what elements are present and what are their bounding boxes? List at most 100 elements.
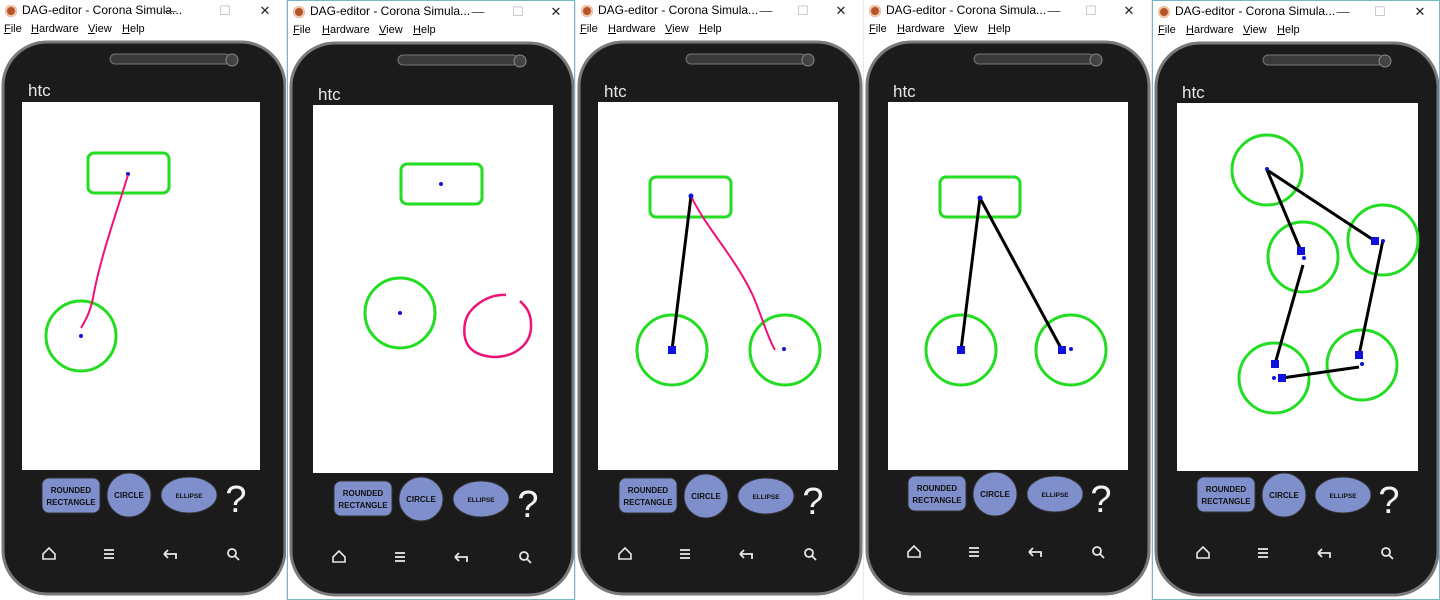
close-button[interactable]: ✕ [826,0,856,22]
title-bar[interactable]: DAG-editor - Corona Simula... — ☐ ✕ [0,0,286,22]
menu-view[interactable]: View [954,23,978,35]
edge-endpoint [668,346,676,354]
menu-help[interactable]: Help [699,23,722,35]
brand-logo: htc [1182,83,1205,102]
speaker-grille [685,53,807,65]
menu-hardware[interactable]: Hardware [1186,24,1234,36]
brand-logo: htc [318,85,341,104]
ellipse-tool-label: ELLIPSE [1041,492,1069,499]
menu-hardware[interactable]: Hardware [897,23,945,35]
minimize-button[interactable]: — [1328,1,1358,23]
anchor-point [1272,376,1276,380]
anchor-point [1381,239,1385,243]
brand-logo: htc [604,82,627,101]
menu-hardware[interactable]: Hardware [322,24,370,36]
simulator-window-2: DAG-editor - Corona Simula... — ☐ ✕ File… [287,0,575,600]
close-button[interactable]: ✕ [1405,1,1435,23]
edge-endpoint [1278,374,1286,382]
maximize-button[interactable]: ☐ [1365,1,1395,23]
close-button[interactable]: ✕ [1114,0,1144,22]
rounded-rectangle-tool-button[interactable] [333,480,393,517]
menu-bar: File Hardware View Help [0,22,286,38]
canvas[interactable] [598,102,838,470]
minimize-button[interactable]: — [463,1,493,23]
menu-file[interactable]: File [4,23,22,35]
menu-view[interactable]: View [88,23,112,35]
menu-help[interactable]: Help [1277,24,1300,36]
menu-bar: File Hardware View Help [1153,23,1439,39]
menu-file[interactable]: File [580,23,598,35]
canvas[interactable] [313,105,553,473]
maximize-button[interactable]: ☐ [788,0,818,22]
corona-app-icon [869,5,881,17]
rounded-rectangle-tool-label: ROUNDED [51,486,92,495]
menu-help[interactable]: Help [413,24,436,36]
help-button[interactable]: ? [225,479,246,521]
ellipse-tool-label: ELLIPSE [1329,493,1357,500]
edge-endpoint [1271,360,1279,368]
rounded-rectangle-tool-button[interactable] [618,477,678,514]
corona-app-icon [293,6,305,18]
rounded-rectangle-tool-label: ROUNDED [628,486,669,495]
menu-file[interactable]: File [1158,24,1176,36]
rounded-rectangle-tool-button[interactable] [41,477,101,514]
menu-hardware[interactable]: Hardware [31,23,79,35]
anchor-point [1265,167,1269,171]
corona-app-icon [1158,6,1170,18]
camera-icon [1378,54,1392,68]
title-bar[interactable]: DAG-editor - Corona Simula... — ☐ ✕ [1153,1,1439,23]
menu-view[interactable]: View [379,24,403,36]
menu-view[interactable]: View [1243,24,1267,36]
anchor-point [688,193,694,199]
circle-tool-label: CIRCLE [691,492,721,501]
minimize-button[interactable]: — [751,0,781,22]
window-title: DAG-editor - Corona Simula... [886,3,1047,17]
menu-help[interactable]: Help [988,23,1011,35]
title-bar[interactable]: DAG-editor - Corona Simula... — ☐ ✕ [864,0,1151,22]
minimize-button[interactable]: — [1039,0,1069,22]
rounded-rectangle-tool-label: ROUNDED [343,489,384,498]
help-button[interactable]: ? [1090,479,1111,521]
simulator-window-1: DAG-editor - Corona Simula... — ☐ ✕ File… [0,0,286,600]
title-bar[interactable]: DAG-editor - Corona Simula... — ☐ ✕ [576,0,863,22]
rounded-rectangle-tool-label: RECTANGLE [1201,497,1251,506]
maximize-button[interactable]: ☐ [503,1,533,23]
speaker-grille [1262,54,1384,66]
rounded-rectangle-tool-button[interactable] [907,475,967,512]
canvas[interactable] [888,102,1128,470]
edge-endpoint [957,346,965,354]
help-button[interactable]: ? [1378,480,1399,522]
maximize-button[interactable]: ☐ [1076,0,1106,22]
title-bar[interactable]: DAG-editor - Corona Simula... — ☐ ✕ [288,1,574,23]
speaker-grille [397,54,519,66]
maximize-button[interactable]: ☐ [210,0,240,22]
anchor-point [1360,362,1364,366]
rounded-rectangle-tool-button[interactable] [1196,476,1256,513]
close-button[interactable]: ✕ [250,0,280,22]
menu-bar: File Hardware View Help [864,22,1151,38]
help-button[interactable]: ? [517,484,538,526]
circle-tool-label: CIRCLE [980,490,1010,499]
circle-tool-label: CIRCLE [1269,491,1299,500]
rounded-rectangle-tool-label: ROUNDED [1206,485,1247,494]
phone-skin: htc ROUNDED RECTANGLE CIRCLE ELLIPSE ? [289,41,574,597]
phone-skin: htc ROUNDED RECTANGLE CIRCLE ELLIPSE ? [865,40,1151,596]
phone-skin: htc ROUNDED RECTANGLE CIRCLE ELLIPSE ? [1154,41,1439,597]
menu-file[interactable]: File [293,24,311,36]
menu-help[interactable]: Help [122,23,145,35]
edge-endpoint [1058,346,1066,354]
anchor-point [1302,256,1306,260]
canvas[interactable] [22,102,260,470]
circle-tool-label: CIRCLE [406,495,436,504]
phone-skin: htc ROUNDED RECTANGLE CIRCLE ELLIPSE ? [577,40,863,596]
minimize-button[interactable]: — [155,0,185,22]
ellipse-tool-label: ELLIPSE [175,493,203,500]
window-title: DAG-editor - Corona Simula... [598,3,759,17]
help-button[interactable]: ? [802,481,823,523]
menu-hardware[interactable]: Hardware [608,23,656,35]
close-button[interactable]: ✕ [541,1,571,23]
menu-view[interactable]: View [665,23,689,35]
ellipse-tool-label: ELLIPSE [467,497,495,504]
menu-file[interactable]: File [869,23,887,35]
edge-endpoint [1371,237,1379,245]
